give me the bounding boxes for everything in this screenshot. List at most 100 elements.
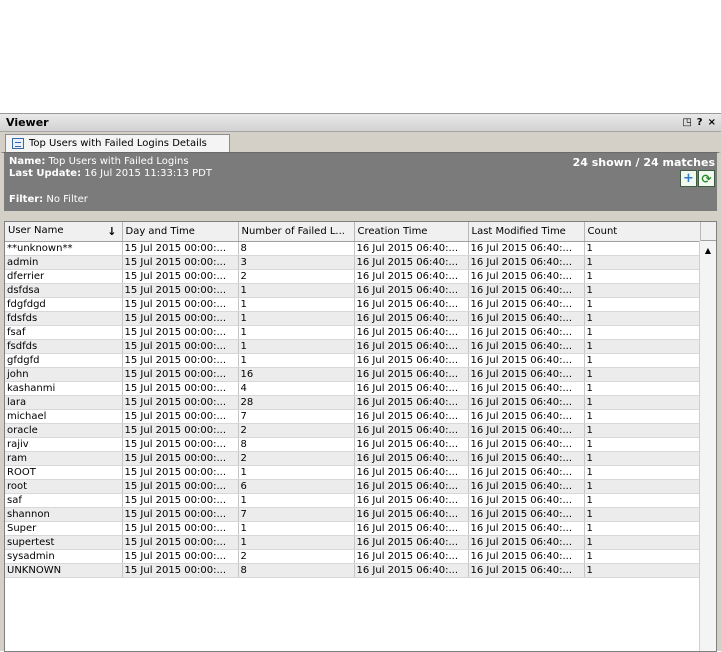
table-cell: 15 Jul 2015 00:00:... xyxy=(122,549,239,564)
table-cell: 16 Jul 2015 06:40:... xyxy=(468,325,585,340)
table-cell: oracle xyxy=(5,423,123,438)
table-row[interactable]: john 15 Jul 2015 00:00:... 16 16 Jul 2015 0… xyxy=(5,367,701,382)
table-row[interactable]: saf 15 Jul 2015 00:00:... 1 16 Jul 2015 06:… xyxy=(5,493,701,508)
table-row[interactable]: fdsfds 15 Jul 2015 00:00:... 1 16 Jul 2015 … xyxy=(5,311,701,326)
table-row[interactable]: dsfdsa 15 Jul 2015 00:00:... 1 16 Jul 2015 … xyxy=(5,283,701,298)
table-cell: 15 Jul 2015 00:00:... xyxy=(122,395,239,410)
table-row[interactable]: lara 15 Jul 2015 00:00:... 28 16 Jul 2015 0… xyxy=(5,395,701,410)
table-cell: 16 Jul 2015 06:40:... xyxy=(354,507,469,522)
table-row[interactable]: **unknown** 15 Jul 2015 00:00:... 8 16 Jul … xyxy=(5,241,701,256)
table-cell: 1 xyxy=(238,521,355,536)
table-cell: 16 Jul 2015 06:40:... xyxy=(354,437,469,452)
column-header-user-name[interactable]: User Name ↓ xyxy=(5,222,123,242)
table-cell: dsfdsa xyxy=(5,283,123,298)
table-cell: shannon xyxy=(5,507,123,522)
table-cell: 1 xyxy=(238,493,355,508)
table-row[interactable]: Super 15 Jul 2015 00:00:... 1 16 Jul 2015 0… xyxy=(5,521,701,536)
table-cell: ROOT xyxy=(5,465,123,480)
table-cell: 2 xyxy=(238,549,355,564)
restore-icon[interactable]: ◳ xyxy=(682,117,691,128)
table-cell: 8 xyxy=(238,563,355,578)
table-row[interactable]: UNKNOWN 15 Jul 2015 00:00:... 8 16 Jul 2015… xyxy=(5,563,701,578)
table-cell: 15 Jul 2015 00:00:... xyxy=(122,507,239,522)
column-header-failed-logins[interactable]: Number of Failed L... xyxy=(238,222,355,242)
results-grid: User Name ↓ Day and Time Number of Failed… xyxy=(4,221,717,652)
table-cell: 3 xyxy=(238,255,355,270)
table-row[interactable]: michael 15 Jul 2015 00:00:... 7 16 Jul 2015… xyxy=(5,409,701,424)
table-cell: 1 xyxy=(584,563,701,578)
table-row[interactable]: root 15 Jul 2015 00:00:... 6 16 Jul 2015 06… xyxy=(5,479,701,494)
table-cell: 7 xyxy=(238,507,355,522)
table-header-row: User Name ↓ Day and Time Number of Failed… xyxy=(5,222,701,242)
report-icon xyxy=(12,138,24,149)
table-cell: 16 Jul 2015 06:40:... xyxy=(468,381,585,396)
table-cell: 16 Jul 2015 06:40:... xyxy=(468,353,585,368)
table-cell: 1 xyxy=(238,311,355,326)
report-name: Name: Top Users with Failed Logins xyxy=(9,156,189,167)
table-row[interactable]: fsdfds 15 Jul 2015 00:00:... 1 16 Jul 2015 … xyxy=(5,339,701,354)
table-cell: 1 xyxy=(238,325,355,340)
table-cell: 16 Jul 2015 06:40:... xyxy=(354,549,469,564)
add-icon[interactable]: + xyxy=(680,170,697,187)
table-row[interactable]: dferrier 15 Jul 2015 00:00:... 2 16 Jul 201… xyxy=(5,269,701,284)
table-cell: 15 Jul 2015 00:00:... xyxy=(122,451,239,466)
table-cell: 15 Jul 2015 00:00:... xyxy=(122,465,239,480)
table-cell: 16 Jul 2015 06:40:... xyxy=(354,297,469,312)
table-cell: 1 xyxy=(584,423,701,438)
tab-top-users-failed-logins[interactable]: Top Users with Failed Logins Details xyxy=(5,134,230,152)
last-update-value: 16 Jul 2015 11:33:13 PDT xyxy=(84,168,212,179)
table-cell: 16 Jul 2015 06:40:... xyxy=(468,409,585,424)
table-row[interactable]: shannon 15 Jul 2015 00:00:... 7 16 Jul 2015… xyxy=(5,507,701,522)
table-row[interactable]: rajiv 15 Jul 2015 00:00:... 8 16 Jul 2015 0… xyxy=(5,437,701,452)
table-cell: 16 Jul 2015 06:40:... xyxy=(354,423,469,438)
table-cell: **unknown** xyxy=(5,241,123,256)
table-cell: 16 Jul 2015 06:40:... xyxy=(354,395,469,410)
table-cell: Super xyxy=(5,521,123,536)
last-update-label: Last Update: xyxy=(9,168,82,179)
table-cell: 15 Jul 2015 00:00:... xyxy=(122,269,239,284)
refresh-icon[interactable]: ⟳ xyxy=(698,170,715,187)
table-cell: 1 xyxy=(584,535,701,550)
table-cell: 7 xyxy=(238,409,355,424)
table-cell: fdgfdgd xyxy=(5,297,123,312)
table-cell: 8 xyxy=(238,241,355,256)
table-cell: 16 Jul 2015 06:40:... xyxy=(354,563,469,578)
help-icon[interactable]: ? xyxy=(697,117,703,128)
table-row[interactable]: sysadmin 15 Jul 2015 00:00:... 2 16 Jul 201… xyxy=(5,549,701,564)
table-row[interactable]: oracle 15 Jul 2015 00:00:... 2 16 Jul 2015 … xyxy=(5,423,701,438)
table-cell: 16 Jul 2015 06:40:... xyxy=(468,311,585,326)
table-row[interactable]: ROOT 15 Jul 2015 00:00:... 1 16 Jul 2015 06… xyxy=(5,465,701,480)
vertical-scrollbar[interactable]: ▲ xyxy=(699,241,716,651)
table-row[interactable]: kashanmi 15 Jul 2015 00:00:... 4 16 Jul 201… xyxy=(5,381,701,396)
scroll-up-icon[interactable]: ▲ xyxy=(700,243,716,257)
table-row[interactable]: admin 15 Jul 2015 00:00:... 3 16 Jul 2015 0… xyxy=(5,255,701,270)
column-header-day-and-time[interactable]: Day and Time xyxy=(122,222,239,242)
table-cell: 15 Jul 2015 00:00:... xyxy=(122,409,239,424)
table-cell: 15 Jul 2015 00:00:... xyxy=(122,339,239,354)
table-cell: 16 Jul 2015 06:40:... xyxy=(468,395,585,410)
report-filter: Filter: No Filter xyxy=(9,194,88,205)
table-row[interactable]: supertest 15 Jul 2015 00:00:... 1 16 Jul 20… xyxy=(5,535,701,550)
column-header-last-modified-time[interactable]: Last Modified Time xyxy=(468,222,585,242)
table-cell: michael xyxy=(5,409,123,424)
table-cell: 15 Jul 2015 00:00:... xyxy=(122,437,239,452)
table-cell: 16 Jul 2015 06:40:... xyxy=(468,367,585,382)
close-icon[interactable]: × xyxy=(708,117,716,128)
match-count: 24 shown / 24 matches xyxy=(572,156,715,169)
table-cell: 15 Jul 2015 00:00:... xyxy=(122,283,239,298)
table-cell: 1 xyxy=(238,353,355,368)
table-cell: 15 Jul 2015 00:00:... xyxy=(122,479,239,494)
column-header-creation-time[interactable]: Creation Time xyxy=(354,222,469,242)
table-cell: 16 Jul 2015 06:40:... xyxy=(468,465,585,480)
table-cell: 6 xyxy=(238,479,355,494)
table-row[interactable]: fsaf 15 Jul 2015 00:00:... 1 16 Jul 2015 06… xyxy=(5,325,701,340)
viewer-panel: Viewer ◳ ? × Top Users with Failed Login… xyxy=(0,113,721,652)
table-cell: 16 Jul 2015 06:40:... xyxy=(354,311,469,326)
table-cell: 1 xyxy=(584,521,701,536)
table-cell: 16 Jul 2015 06:40:... xyxy=(468,269,585,284)
column-header-count[interactable]: Count xyxy=(584,222,701,242)
table-row[interactable]: gfdgfd 15 Jul 2015 00:00:... 1 16 Jul 2015 … xyxy=(5,353,701,368)
table-cell: 1 xyxy=(584,311,701,326)
table-row[interactable]: fdgfdgd 15 Jul 2015 00:00:... 1 16 Jul 2015… xyxy=(5,297,701,312)
table-row[interactable]: ram 15 Jul 2015 00:00:... 2 16 Jul 2015 06:… xyxy=(5,451,701,466)
